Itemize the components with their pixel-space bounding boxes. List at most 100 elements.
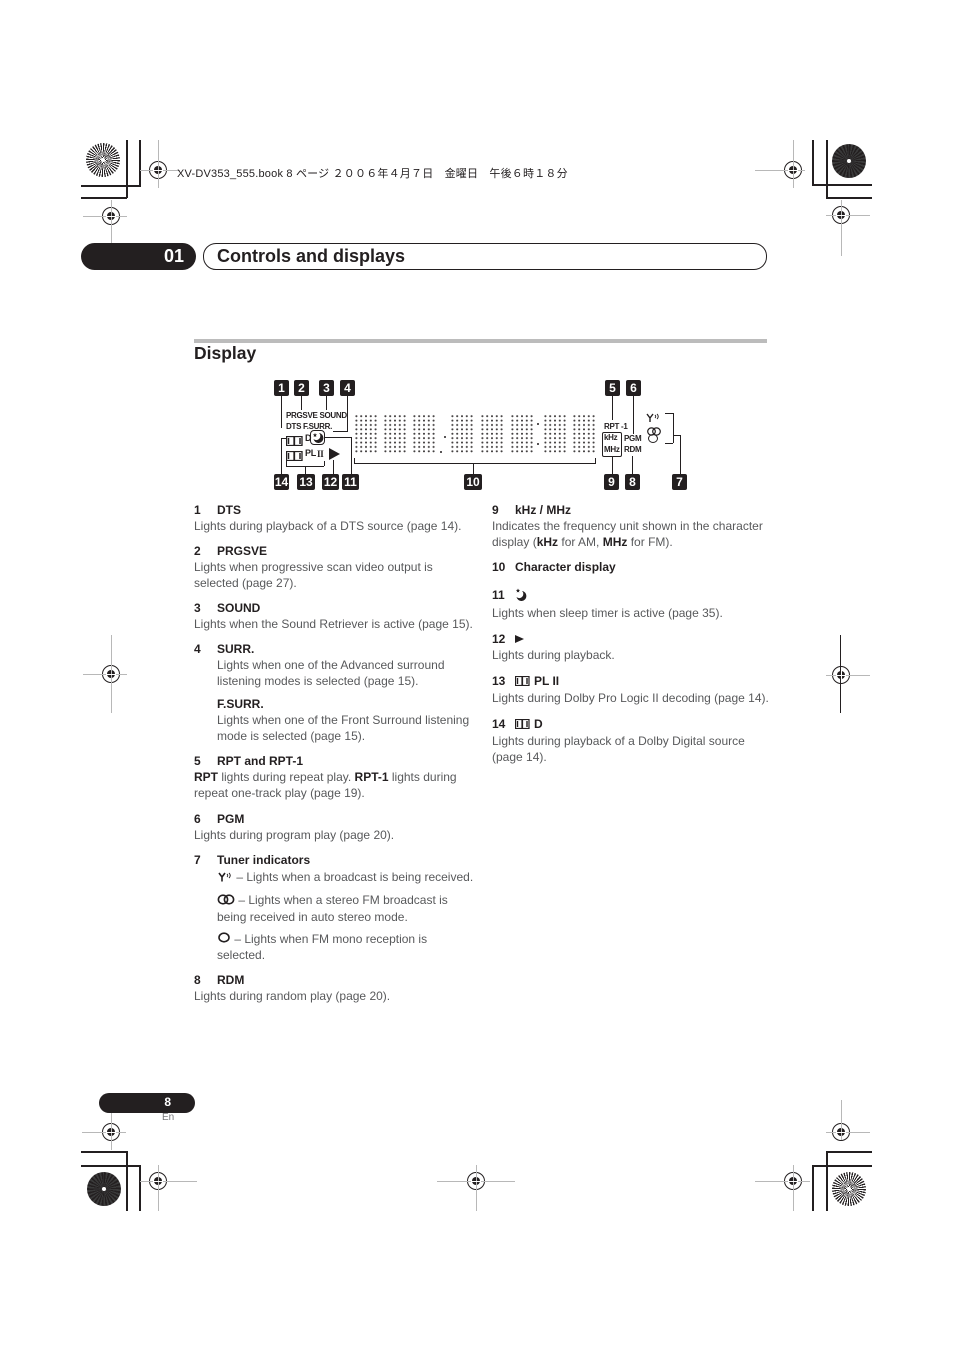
chapter-title: Controls and displays xyxy=(217,246,406,266)
entry-number: 1 xyxy=(194,503,201,517)
entry-body: Indicates the frequency unit shown in th… xyxy=(492,518,772,550)
tuner-item: – Lights when a stereo FM broadcast is b… xyxy=(194,892,474,925)
entry-body: Lights when sleep timer is active (page … xyxy=(492,606,723,620)
entry-body-text: for AM, xyxy=(558,535,603,549)
sleep-timer-icon xyxy=(310,430,325,445)
dolby-icon xyxy=(514,673,530,690)
entry-body: Lights during playback. xyxy=(492,648,615,662)
entry-prgsve: 2 PRGSVE Lights when progressive scan vid… xyxy=(194,543,474,591)
callout-badge: 6 xyxy=(626,380,641,396)
callout-badge: 5 xyxy=(605,380,620,396)
tuner-item: – Lights when a broadcast is being recei… xyxy=(194,869,474,886)
page-number: 8 xyxy=(164,1095,171,1109)
rdm-label: RDM xyxy=(624,445,642,454)
entry-rpt: 5 RPT and RPT-1 RPT lights during repeat … xyxy=(194,753,474,801)
entry-number: 7 xyxy=(194,853,201,867)
dts-fsurr-label: DTS F.SURR. xyxy=(286,422,333,431)
registration-rosette-icon xyxy=(832,144,866,178)
entry-number: 5 xyxy=(194,754,201,768)
callout-badge: 10 xyxy=(464,474,482,490)
callout-badge: 11 xyxy=(342,474,359,490)
entry-tuner-indicators: 7 Tuner indicators – Lights when a broadc… xyxy=(194,852,474,963)
callout-badge: 14 xyxy=(274,474,289,490)
callout-badge: 8 xyxy=(625,474,640,490)
entry-body: Lights during playback of a Dolby Digita… xyxy=(492,734,745,764)
antenna-signal-icon xyxy=(646,410,660,422)
play-icon xyxy=(515,635,524,643)
entry-title: SURR. xyxy=(217,642,255,656)
entry-title: D xyxy=(534,717,543,731)
mhz-label: MHz xyxy=(604,445,620,454)
rpt-label: RPT -1 xyxy=(604,422,628,431)
chapter-number-tab: 01 xyxy=(81,243,196,270)
entry-character-display: 10 Character display xyxy=(492,559,772,575)
rpt-term: RPT xyxy=(194,770,218,784)
mhz-term: MHz xyxy=(602,535,628,549)
chapter-number: 01 xyxy=(163,246,184,266)
khz-label: kHz xyxy=(604,433,618,442)
callout-badge: 12 xyxy=(322,474,339,490)
callout-badge: 13 xyxy=(297,474,315,490)
entry-body: Lights during playback of a DTS source (… xyxy=(194,519,462,533)
play-icon xyxy=(329,448,340,460)
entry-number: 3 xyxy=(194,601,201,615)
entry-number: 11 xyxy=(492,588,505,602)
entry-subtitle: F.SURR. xyxy=(217,697,264,711)
sleep-timer-icon xyxy=(515,587,527,605)
entry-body-text: lights during repeat play. xyxy=(218,770,355,784)
entry-number: 9 xyxy=(492,503,499,517)
entry-title: SOUND xyxy=(217,601,261,615)
callout-badge: 4 xyxy=(340,380,355,396)
mono-icon xyxy=(648,434,658,443)
tuner-item-text: – Lights when a broadcast is being recei… xyxy=(233,870,474,884)
entry-rdm: 8 RDM Lights during random play (page 20)… xyxy=(194,972,474,1004)
descriptions-left: 1 DTS Lights during playback of a DTS sou… xyxy=(194,502,474,1013)
entry-pgm: 6 PGM Lights during program play (page 20… xyxy=(194,811,474,843)
dolby-icon xyxy=(514,716,530,733)
entry-number: 4 xyxy=(194,642,201,656)
dolby-pl-ii-label: II xyxy=(317,449,324,459)
entry-surr: 4 SURR. Lights when one of the Advanced s… xyxy=(194,641,474,744)
khz-term: kHz xyxy=(536,535,559,549)
entry-play: 12 Lights during playback. xyxy=(492,631,772,663)
entry-title: RDM xyxy=(217,973,245,988)
entry-sound: 3 SOUND Lights when the Sound Retriever i… xyxy=(194,600,474,632)
entry-sleep-timer: 11 Lights when sleep timer is active (pa… xyxy=(492,587,772,621)
entry-dolby-pl-ii: 13 PL II Lights during Dolby Pro Logic I… xyxy=(492,673,772,706)
dolby-pl-label: PL xyxy=(305,448,316,458)
entry-title: DTS xyxy=(217,503,241,517)
print-header: XV-DV353_555.book 8 ページ ２００６年４月７日 金曜日 午後… xyxy=(177,168,568,180)
registration-rosette-icon xyxy=(86,143,120,177)
entry-number: 13 xyxy=(492,674,506,688)
callout-badge: 1 xyxy=(274,380,289,396)
entry-khz-mhz: 9 kHz / MHz Indicates the frequency unit … xyxy=(492,502,772,550)
entry-title: RPT and RPT-1 xyxy=(217,754,304,768)
stereo-icon xyxy=(647,423,661,436)
dolby-digital-icon xyxy=(285,433,303,447)
entry-number: 6 xyxy=(194,812,201,826)
dolby-pl-icon xyxy=(285,448,303,462)
entry-title: kHz / MHz xyxy=(515,503,572,517)
entry-sub-body: Lights when one of the Front Surround li… xyxy=(217,713,470,743)
entry-body: Lights when one of the Advanced surround… xyxy=(217,658,445,688)
descriptions-right: 9 kHz / MHz Indicates the frequency unit … xyxy=(492,502,772,774)
display-diagram: 1 2 3 4 5 6 14 13 12 11 10 9 8 7 PRGSVE … xyxy=(270,378,690,493)
entry-title: PL II xyxy=(534,674,560,688)
entry-number: 10 xyxy=(492,560,506,574)
entry-dolby-digital: 14 D Lights during playback of a Dolby D… xyxy=(492,716,772,765)
prgsve-sound-label: PRGSVE SOUND xyxy=(286,411,347,420)
entry-number: 8 xyxy=(194,973,201,988)
section-title: Display xyxy=(194,343,257,363)
entry-body: RPT lights during repeat play. RPT-1 lig… xyxy=(194,769,474,801)
tuner-item: – Lights when FM mono reception is selec… xyxy=(194,931,474,964)
tuner-item-text: – Lights when a stereo FM broadcast is b… xyxy=(217,892,448,924)
callout-badge: 2 xyxy=(294,380,309,396)
entry-body: Lights during Dolby Pro Logic II decodin… xyxy=(492,691,769,705)
callout-badge: 9 xyxy=(604,474,619,490)
entry-title: Tuner indicators xyxy=(217,853,311,867)
entry-number: 2 xyxy=(194,544,201,558)
chapter-title-box: Controls and displays xyxy=(203,243,767,270)
callout-badge: 3 xyxy=(319,380,334,396)
registration-rosette-icon xyxy=(87,1172,121,1206)
antenna-signal-icon xyxy=(217,870,233,886)
